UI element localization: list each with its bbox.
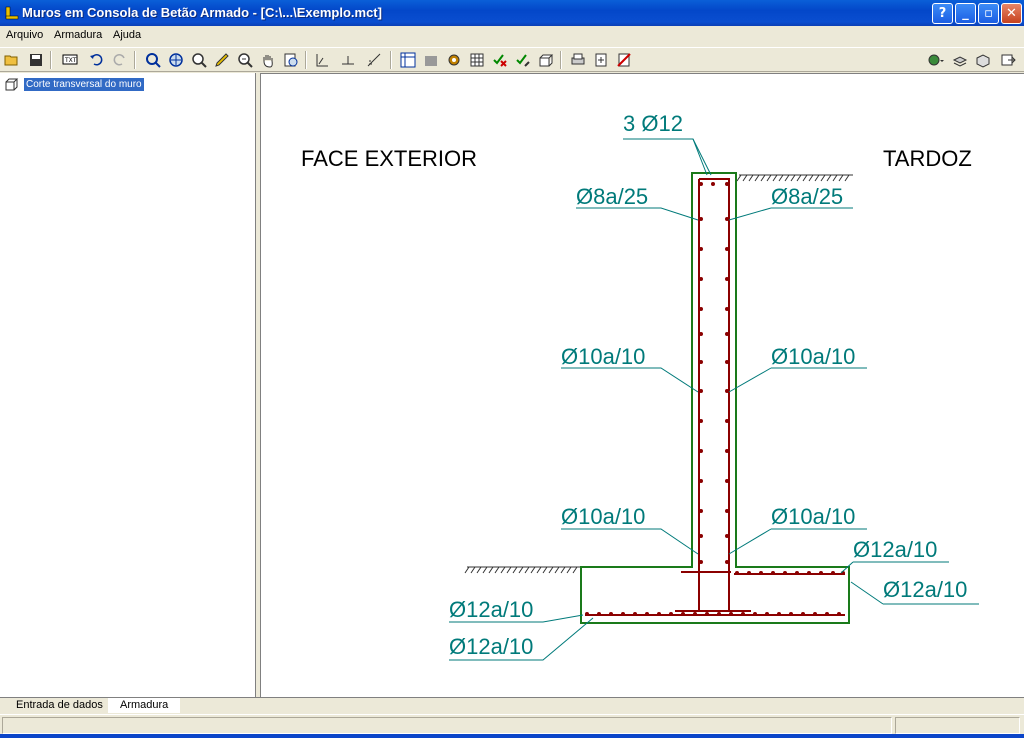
menu-armadura[interactable]: Armadura [54, 29, 102, 41]
label-stem-bot-right: Ø10a/10 [771, 504, 855, 529]
globe-icon[interactable] [924, 50, 948, 70]
label-stem-top-right: Ø8a/25 [771, 184, 843, 209]
tab-entrada-de-dados[interactable]: Entrada de dados [4, 698, 115, 713]
menu-bar: Arquivo Armadura Ajuda [0, 26, 1024, 46]
render-icon[interactable] [973, 50, 993, 70]
rebar-lines [585, 178, 845, 616]
tree-item-label: Corte transversal do muro [24, 77, 144, 91]
label-footing-left-bottom: Ø12a/10 [449, 634, 533, 659]
svg-text:TXT: TXT [64, 57, 77, 64]
table-icon[interactable] [467, 50, 487, 70]
label-top-bars: 3 Ø12 [623, 111, 683, 136]
app-icon [5, 6, 19, 20]
tree-panel: Corte transversal do muro [0, 73, 256, 697]
menu-arquivo[interactable]: Arquivo [6, 29, 43, 41]
pan-hand-icon[interactable] [258, 50, 278, 70]
label-tardoz: TARDOZ [883, 146, 972, 171]
add-icon[interactable] [591, 50, 611, 70]
zoom-pan-icon[interactable] [143, 50, 163, 70]
status-bar [0, 714, 1024, 734]
window-title: Muros em Consola de Betão Armado - [C:\.… [22, 5, 382, 20]
measure-icon[interactable] [364, 50, 384, 70]
save-icon[interactable] [26, 50, 46, 70]
text-icon[interactable]: TXT [60, 50, 80, 70]
check-x-icon[interactable] [490, 50, 510, 70]
label-stem-top-left: Ø8a/25 [576, 184, 648, 209]
layers-icon[interactable] [950, 50, 970, 70]
label-face-exterior: FACE EXTERIOR [301, 146, 477, 171]
label-stem-bot-left: Ø10a/10 [561, 504, 645, 529]
minimize-button[interactable]: _ [955, 3, 976, 24]
zoom-scale-icon[interactable] [281, 50, 301, 70]
close-button[interactable]: ✕ [1001, 3, 1022, 24]
status-panel-right [895, 717, 1020, 734]
rebar-points [585, 182, 845, 616]
print-icon[interactable] [568, 50, 588, 70]
label-stem-mid-right: Ø10a/10 [771, 344, 855, 369]
open-icon[interactable] [2, 50, 22, 70]
drawing-canvas[interactable]: FACE EXTERIOR TARDOZ 3 Ø12 Ø8a/25 Ø8a/25… [260, 73, 1024, 697]
cube-icon [5, 78, 19, 91]
delete-icon[interactable] [614, 50, 634, 70]
zoom-window-icon[interactable] [189, 50, 209, 70]
title-bar: Muros em Consola de Betão Armado - [C:\.… [0, 0, 1024, 26]
menu-ajuda[interactable]: Ajuda [113, 29, 141, 41]
pencil-icon[interactable] [212, 50, 232, 70]
tab-armadura[interactable]: Armadura [108, 698, 181, 713]
wall-section-drawing: FACE EXTERIOR TARDOZ 3 Ø12 Ø8a/25 Ø8a/25… [301, 111, 979, 661]
label-footing-top-right: Ø12a/10 [853, 537, 937, 562]
wall-concrete-outline [580, 172, 850, 624]
help-button[interactable]: ? [932, 3, 953, 24]
label-footing-left-top: Ø12a/10 [449, 597, 533, 622]
dimension-icon[interactable] [338, 50, 358, 70]
redo-icon[interactable] [110, 50, 130, 70]
zoom-extents-icon[interactable] [166, 50, 186, 70]
label-footing-right: Ø12a/10 [883, 577, 967, 602]
export-icon[interactable] [998, 50, 1018, 70]
label-stem-mid-left: Ø10a/10 [561, 344, 645, 369]
toolbar: TXT [0, 47, 1024, 72]
undo-icon[interactable] [86, 50, 106, 70]
folder-icon[interactable] [421, 50, 441, 70]
app-window: Muros em Consola de Betão Armado - [C:\.… [0, 0, 1024, 738]
tree-item-corte[interactable]: Corte transversal do muro [4, 76, 144, 92]
box-icon[interactable] [536, 50, 556, 70]
bottom-tabs: Entrada de dados Armadura [0, 697, 1024, 713]
ground-hatch-top [736, 174, 853, 182]
window-bottom-edge [0, 734, 1024, 738]
axis-icon[interactable] [312, 50, 332, 70]
edit-check-icon[interactable] [513, 50, 533, 70]
zoom-previous-icon[interactable] [235, 50, 255, 70]
status-panel-main [2, 717, 892, 734]
restore-button[interactable]: ▫ [978, 3, 999, 24]
settings-icon[interactable] [444, 50, 464, 70]
ground-hatch-bottom [464, 566, 581, 574]
layout-icon[interactable] [398, 50, 418, 70]
